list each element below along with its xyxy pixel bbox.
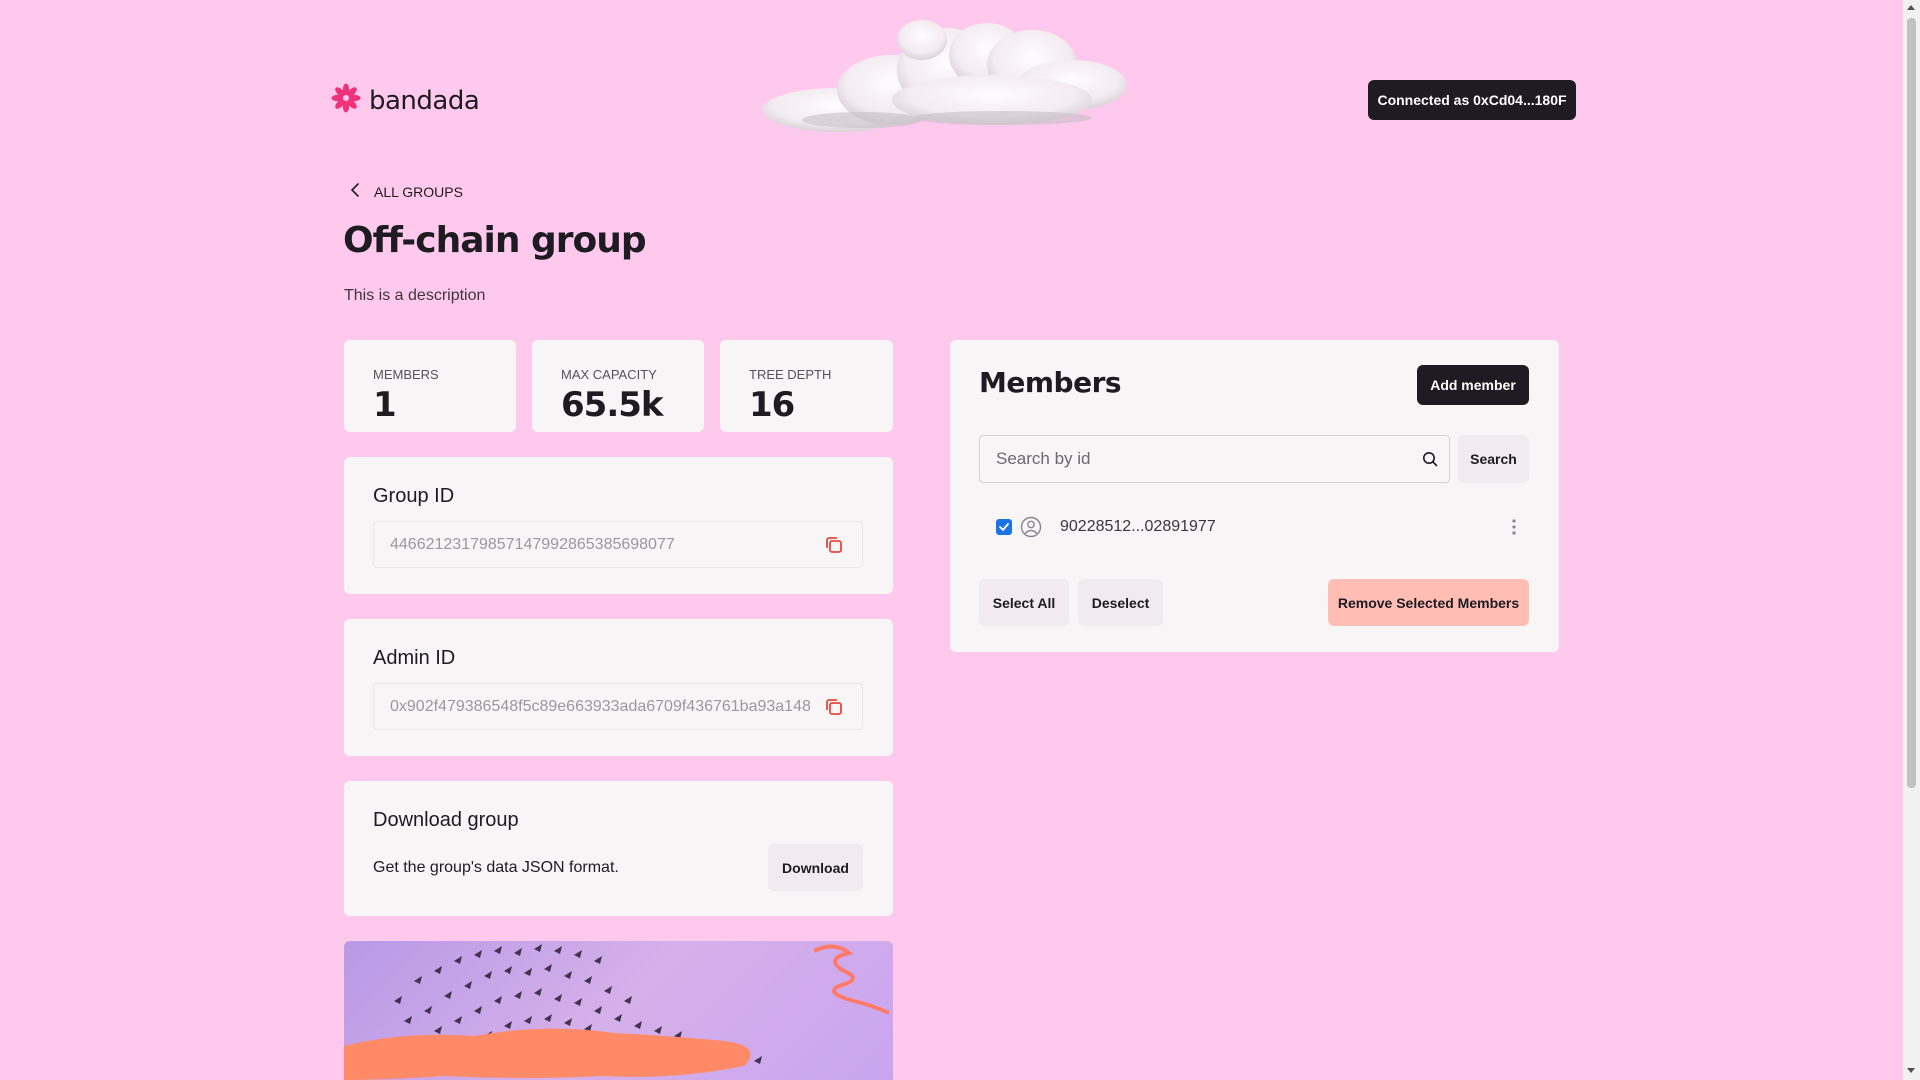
bandada-logo[interactable]: bandada <box>331 83 480 118</box>
group-id-field: 44662123179857147992865385698077 <box>373 521 863 568</box>
stat-value: 16 <box>749 385 795 425</box>
member-checkbox[interactable] <box>996 519 1012 535</box>
all-groups-link[interactable]: ALL GROUPS <box>350 183 463 200</box>
chevron-left-icon <box>350 183 360 200</box>
download-card: Download group Get the group's data JSON… <box>344 781 893 916</box>
stat-label: MEMBERS <box>373 367 439 382</box>
decorative-artwork <box>344 941 893 1080</box>
checkbox-checked-icon <box>999 523 1009 531</box>
connected-account-button[interactable]: Connected as 0xCd04...180F <box>1368 80 1576 120</box>
stat-value: 1 <box>373 385 397 425</box>
download-description: Get the group's data JSON format. <box>373 859 619 876</box>
stat-card-tree-depth: TREE DEPTH 16 <box>720 340 893 432</box>
stat-label: TREE DEPTH <box>749 367 832 382</box>
group-id-card: Group ID 4466212317985714799286538569807… <box>344 457 893 594</box>
stat-value: 65.5k <box>561 385 663 425</box>
cloud-illustration <box>742 10 1162 150</box>
group-id-value: 44662123179857147992865385698077 <box>390 535 675 553</box>
search-button[interactable]: Search <box>1458 435 1529 483</box>
admin-id-value: 0x902f479386548f5c89e663933ada6709f43676… <box>390 697 811 715</box>
scroll-up-arrow[interactable] <box>1907 5 1915 10</box>
stat-label: MAX CAPACITY <box>561 367 657 382</box>
kebab-menu-icon[interactable] <box>1511 517 1517 542</box>
add-member-button[interactable]: Add member <box>1417 365 1529 405</box>
group-description: This is a description <box>344 287 486 304</box>
user-circle-icon <box>1020 516 1042 543</box>
scrollbar-thumb[interactable] <box>1907 18 1916 788</box>
members-panel: Members Add member Search 90228512...028… <box>950 340 1559 652</box>
scroll-down-arrow[interactable] <box>1907 1068 1915 1073</box>
admin-id-title: Admin ID <box>373 647 456 669</box>
stat-card-members: MEMBERS 1 <box>344 340 516 432</box>
logo-text: bandada <box>369 85 480 116</box>
page: bandada Connected as 0xCd04...180F ALL G… <box>0 0 1903 1080</box>
bandada-logo-icon <box>331 83 361 118</box>
copy-icon[interactable] <box>824 535 844 560</box>
remove-selected-members-button[interactable]: Remove Selected Members <box>1328 579 1529 626</box>
download-button[interactable]: Download <box>768 844 863 891</box>
group-id-title: Group ID <box>373 485 455 507</box>
select-all-button[interactable]: Select All <box>979 579 1069 626</box>
members-title: Members <box>979 366 1122 399</box>
all-groups-label: ALL GROUPS <box>374 183 463 200</box>
search-icon[interactable] <box>1422 451 1438 472</box>
search-input[interactable] <box>979 435 1450 483</box>
page-title: Off-chain group <box>343 220 647 261</box>
member-list-item: 90228512...02891977 <box>979 510 1529 544</box>
vertical-scrollbar[interactable] <box>1903 0 1920 1080</box>
download-title: Download group <box>373 809 519 831</box>
member-id: 90228512...02891977 <box>1060 518 1216 535</box>
stat-card-max-capacity: MAX CAPACITY 65.5k <box>532 340 704 432</box>
admin-id-field: 0x902f479386548f5c89e663933ada6709f43676… <box>373 683 863 730</box>
copy-icon[interactable] <box>824 697 844 722</box>
admin-id-card: Admin ID 0x902f479386548f5c89e663933ada6… <box>344 619 893 756</box>
deselect-button[interactable]: Deselect <box>1078 579 1163 626</box>
